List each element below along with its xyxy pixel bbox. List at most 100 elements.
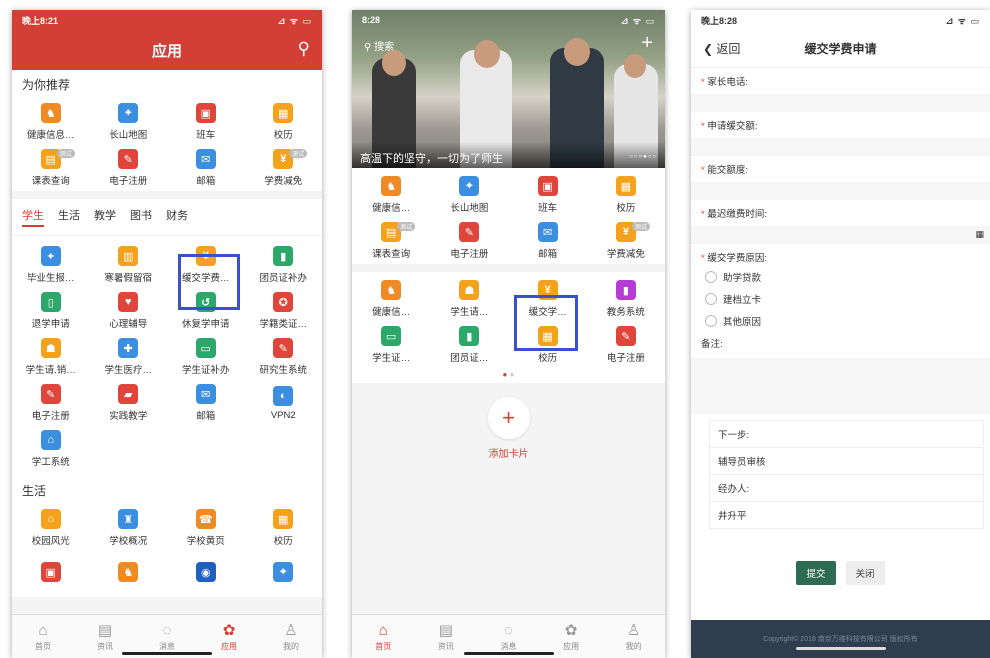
status-bar: 8:28 ⊿ ᯤ ▭: [352, 10, 665, 30]
app-tile[interactable]: ✉ 邮箱: [167, 145, 245, 191]
add-card-button[interactable]: + 添加卡片: [352, 397, 665, 460]
submit-button[interactable]: 提交: [796, 561, 836, 585]
calendar-icon[interactable]: ▦: [975, 229, 984, 240]
bus-icon: ▣: [195, 103, 216, 123]
payable-amount-input[interactable]: [691, 182, 990, 200]
app-tile[interactable]: ▤ 课表查询 测试: [12, 145, 90, 191]
app-tile[interactable]: ¥ 学费减免 测试: [245, 145, 323, 191]
app-tile[interactable]: ▦ 校历: [245, 99, 323, 145]
app-tile[interactable]: ♞ 健康信…: [352, 172, 430, 218]
app-tile[interactable]: ▭ 学生证…: [352, 322, 430, 368]
app-tile[interactable]: ▤ 课表查询 测试: [352, 218, 430, 264]
app-card-2: ♞ 健康信… ☗ 学生请… ¥ 缓交学… ▮ 教务系统 ▭ 学生证… ▮ 团员证… ▦ 校历 ✎ 电子注册 ●…: [352, 272, 665, 383]
app-tile-label: 邮箱: [196, 176, 216, 187]
back-button[interactable]: ❮ 返回: [703, 40, 740, 57]
mail-icon: ✉: [537, 222, 558, 242]
nav-icon: ⌂: [378, 621, 388, 639]
app-tile[interactable]: ✎ 研究生系统: [245, 334, 323, 380]
parent-phone-field: * 家长电话:: [691, 68, 990, 112]
app-tile-label: 教务系统: [606, 307, 645, 318]
nav-item-0[interactable]: ⌂ 首页: [352, 615, 415, 658]
nav-icon: ♙: [626, 622, 641, 639]
app-tile[interactable]: ▥ 寒暑假留宿: [90, 242, 168, 288]
news-banner[interactable]: 8:28 ⊿ ᯤ ▭ ⚲ 搜索 + 高温下的坚守，一切为了师生 ○○○●○○: [352, 10, 665, 168]
register-icon: ✎: [40, 384, 61, 404]
app-tile[interactable]: ✎ 电子注册: [587, 322, 665, 368]
tab-3[interactable]: 图书: [130, 207, 152, 227]
add-icon[interactable]: +: [641, 32, 653, 55]
field-label: 最迟缴费时间:: [707, 209, 767, 220]
app-tile[interactable]: ▮ 教务系统: [587, 276, 665, 322]
tab-0[interactable]: 学生: [22, 207, 44, 227]
app-tile[interactable]: ◉: [167, 551, 245, 597]
app-tile[interactable]: ◐ VPN2: [245, 380, 323, 426]
app-tile[interactable]: ♞ 健康信…: [352, 276, 430, 322]
reason-radio[interactable]: 其他原因: [691, 310, 990, 332]
doctor-icon: ♞: [118, 562, 139, 582]
search-button[interactable]: ⚲ 搜索: [364, 38, 394, 53]
app-tile[interactable]: ✉ 邮箱: [167, 380, 245, 426]
app-tile[interactable]: ✉ 邮箱: [509, 218, 587, 264]
app-tile[interactable]: ☗ 学生请…: [430, 276, 508, 322]
radio-circle-icon: [705, 315, 717, 327]
app-tile[interactable]: ▮ 团员证补办: [245, 242, 323, 288]
app-tile[interactable]: ⌖ 长山地图: [90, 99, 168, 145]
app-tile-label: 健康信息…: [26, 130, 75, 141]
deadline-input[interactable]: ▦: [691, 226, 990, 244]
parent-phone-input[interactable]: [691, 94, 990, 112]
tab-4[interactable]: 财务: [166, 207, 188, 227]
graduate-icon: ✦: [40, 246, 61, 266]
remarks-textarea[interactable]: [691, 358, 990, 414]
app-tile[interactable]: ▦ 校历: [245, 505, 323, 551]
app-tile[interactable]: ▮ 团员证…: [430, 322, 508, 368]
app-tile[interactable]: ✎ 电子注册: [430, 218, 508, 264]
nav-item-4[interactable]: ♙ 我的: [260, 615, 322, 658]
app-tile[interactable]: ▦ 校历: [587, 172, 665, 218]
nav-item-4[interactable]: ♙ 我的: [602, 615, 665, 658]
reason-radio[interactable]: 建档立卡: [691, 288, 990, 310]
app-tile[interactable]: ✎ 电子注册: [12, 380, 90, 426]
recommend-section: 为你推荐 ♞ 健康信息… ⌖ 长山地图 ▣ 班车 ▦ 校历 ▤ 课表查询 测试 ✎ 电子注册 ✉ 邮箱 ¥ 学费…: [12, 70, 322, 191]
member-card-icon: ▮: [273, 246, 294, 266]
app-tile[interactable]: ♜ 学校概况: [90, 505, 168, 551]
app-tile[interactable]: ✪ 学籍类证…: [245, 288, 323, 334]
app-tile[interactable]: ▣: [12, 551, 90, 597]
tab-1[interactable]: 生活: [58, 207, 80, 227]
app-tile[interactable]: ☎ 学校黄页: [167, 505, 245, 551]
highlight-box: [178, 254, 240, 310]
app-tile[interactable]: ▭ 学生证补办: [167, 334, 245, 380]
app-tile-label: 长山地图: [450, 203, 489, 214]
search-icon[interactable]: ⚲: [298, 39, 310, 59]
home-indicator: [122, 652, 212, 655]
reason-radio[interactable]: 助学贷款: [691, 266, 990, 288]
app-tile[interactable]: ✦ 毕业生报…: [12, 242, 90, 288]
nav-item-0[interactable]: ⌂ 首页: [12, 615, 74, 658]
register-icon: ✎: [118, 149, 139, 169]
app-tile[interactable]: ♞: [90, 551, 168, 597]
app-tile[interactable]: ⌂ 学工系统: [12, 426, 90, 472]
app-tile[interactable]: ✎ 电子注册: [90, 145, 168, 191]
radio-label: 建档立卡: [723, 295, 762, 306]
pager-dots: ● ●: [502, 370, 515, 379]
app-tile[interactable]: ☗ 学生请.销…: [12, 334, 90, 380]
app-tile[interactable]: ⌂ 校园风光: [12, 505, 90, 551]
banner-caption: 高温下的坚守，一切为了师生: [360, 153, 503, 165]
app-tile[interactable]: ¥ 学费减免 测试: [587, 218, 665, 264]
next-step-value: 辅导员审核: [710, 448, 983, 475]
calendar-icon: ▦: [615, 176, 636, 196]
app-tile[interactable]: ✚ 学生医疗…: [90, 334, 168, 380]
defer-amount-input[interactable]: [691, 138, 990, 156]
app-tile[interactable]: ▣ 班车: [167, 99, 245, 145]
tab-2[interactable]: 教学: [94, 207, 116, 227]
app-tile[interactable]: ♥ 心理辅导: [90, 288, 168, 334]
app-tile[interactable]: ♞ 健康信息…: [12, 99, 90, 145]
app-tile[interactable]: ▰ 实践教学: [90, 380, 168, 426]
status-bar: 晚上8:21 ⊿ ᯤ ▭: [12, 10, 322, 30]
app-tile[interactable]: ▯ 退学申请: [12, 288, 90, 334]
nav-label: 我的: [283, 642, 299, 651]
app-tile[interactable]: ⌖: [245, 551, 323, 597]
app-tile[interactable]: ⌖ 长山地图: [430, 172, 508, 218]
app-tile[interactable]: ▣ 班车: [509, 172, 587, 218]
app-tile-label: 学生请…: [450, 307, 489, 318]
close-button[interactable]: 关闭: [845, 561, 885, 585]
